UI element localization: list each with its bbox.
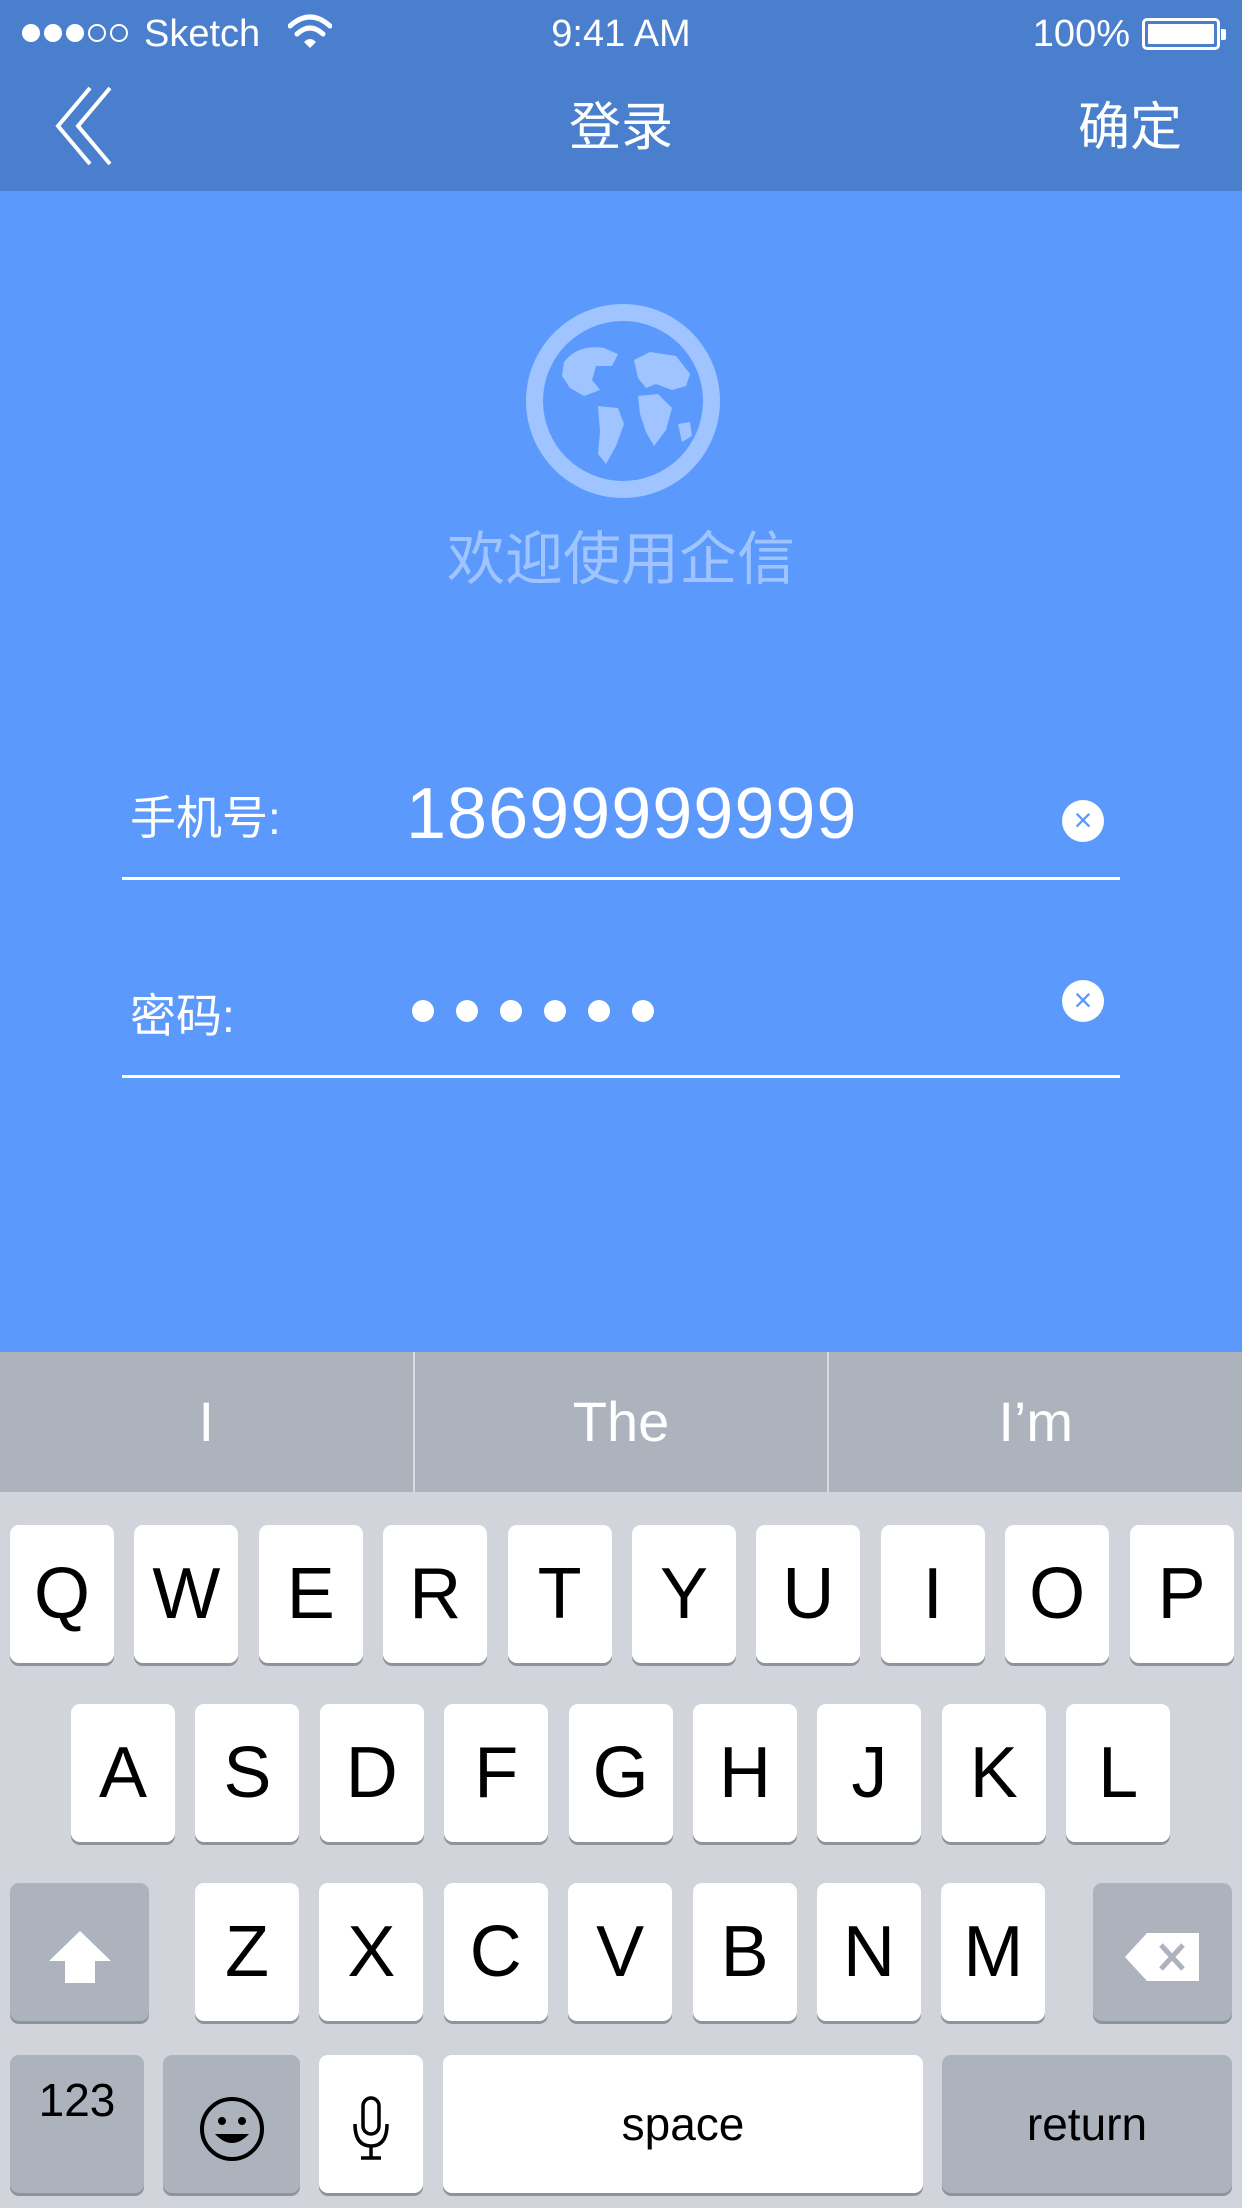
password-input[interactable]: [412, 1000, 654, 1022]
key-d[interactable]: D: [319, 1704, 424, 1842]
key-e[interactable]: E: [258, 1525, 363, 1663]
space-key[interactable]: space: [443, 2055, 923, 2193]
return-key[interactable]: return: [942, 2055, 1232, 2193]
key-w[interactable]: W: [134, 1525, 239, 1663]
password-dot: [412, 1000, 434, 1022]
shift-arrow-icon: [48, 1930, 111, 1983]
key-o[interactable]: O: [1005, 1525, 1110, 1663]
confirm-button[interactable]: 确定: [1078, 98, 1182, 158]
password-label: 密码:: [130, 990, 235, 1042]
battery-icon: [1142, 18, 1226, 50]
delete-key[interactable]: [1093, 1883, 1232, 2021]
welcome-text: 欢迎使用企信: [446, 527, 795, 592]
globe-logo-icon: [526, 304, 720, 498]
phone-label: 手机号:: [130, 792, 281, 844]
key-j[interactable]: J: [817, 1704, 922, 1842]
backspace-icon: [1124, 1932, 1199, 1981]
key-t[interactable]: T: [507, 1525, 612, 1663]
key-a[interactable]: A: [71, 1704, 175, 1842]
key-m[interactable]: M: [941, 1883, 1046, 2021]
key-f[interactable]: F: [444, 1704, 549, 1842]
key-z[interactable]: Z: [195, 1883, 299, 2021]
microphone-icon: [353, 2096, 389, 2160]
key-y[interactable]: Y: [632, 1525, 736, 1663]
suggestion-item[interactable]: I: [0, 1352, 413, 1492]
key-r[interactable]: R: [383, 1525, 488, 1663]
password-dot: [632, 1000, 654, 1022]
status-bar: Sketch 9:41 AM 100%: [0, 0, 1242, 70]
numbers-key[interactable]: 123: [10, 2055, 144, 2193]
password-dot: [456, 1000, 478, 1022]
password-field: 密码: ×: [122, 958, 1120, 1078]
dictation-key[interactable]: [319, 2055, 423, 2193]
key-q[interactable]: Q: [10, 1525, 114, 1663]
top-bar: Sketch 9:41 AM 100% 登录 确定: [0, 0, 1242, 191]
suggestion-item[interactable]: The: [412, 1352, 828, 1492]
password-dot: [588, 1000, 610, 1022]
page-title: 登录: [568, 99, 673, 157]
key-s[interactable]: S: [195, 1704, 300, 1842]
key-p[interactable]: P: [1129, 1525, 1234, 1663]
suggestion-item[interactable]: I’m: [827, 1352, 1242, 1492]
emoji-key[interactable]: [163, 2055, 300, 2193]
emoji-icon: [199, 2096, 264, 2161]
keyboard: I The I’m QWERTYUIOPASDFGHJKLZXCVBNM 123…: [0, 1352, 1242, 2208]
key-x[interactable]: X: [319, 1883, 424, 2021]
password-dot: [500, 1000, 522, 1022]
key-u[interactable]: U: [756, 1525, 861, 1663]
shift-key[interactable]: [10, 1883, 149, 2021]
password-dot: [544, 1000, 566, 1022]
suggestion-bar: I The I’m: [0, 1352, 1242, 1492]
key-k[interactable]: K: [941, 1704, 1046, 1842]
clear-password-icon[interactable]: ×: [1062, 980, 1104, 1022]
key-l[interactable]: L: [1066, 1704, 1171, 1842]
key-i[interactable]: I: [880, 1525, 985, 1663]
key-c[interactable]: C: [443, 1883, 548, 2021]
battery-percentage: 100%: [1032, 13, 1130, 55]
navigation-bar: 登录 确定: [0, 70, 1242, 191]
key-b[interactable]: B: [692, 1883, 797, 2021]
phone-input[interactable]: 18699999999: [406, 774, 857, 854]
key-h[interactable]: H: [693, 1704, 797, 1842]
key-n[interactable]: N: [817, 1883, 921, 2021]
phone-field: 手机号: 18699999999 ×: [122, 760, 1120, 880]
clear-phone-icon[interactable]: ×: [1062, 800, 1104, 842]
key-g[interactable]: G: [568, 1704, 673, 1842]
key-v[interactable]: V: [568, 1883, 673, 2021]
